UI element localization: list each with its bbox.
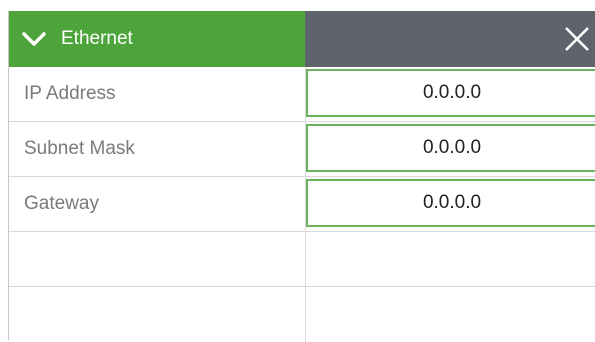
- subnet-mask-row: Subnet Mask 0.0.0.0: [9, 122, 595, 177]
- chevron-down-icon: [21, 29, 47, 49]
- ip-address-field[interactable]: 0.0.0.0: [306, 69, 595, 117]
- close-icon[interactable]: [562, 24, 592, 54]
- column-divider: [305, 287, 306, 342]
- gateway-field[interactable]: 0.0.0.0: [306, 179, 595, 227]
- empty-row: [9, 287, 595, 342]
- ip-address-row: IP Address 0.0.0.0: [9, 67, 595, 122]
- empty-row: [9, 232, 595, 287]
- gateway-label: Gateway: [24, 193, 99, 214]
- ethernet-panel: Ethernet IP Address 0.0.0.0 Subnet Mask …: [8, 11, 595, 342]
- ethernet-section-toggle[interactable]: Ethernet: [9, 11, 305, 67]
- header-bar: [305, 11, 595, 67]
- ip-address-label: IP Address: [24, 83, 116, 104]
- column-divider: [305, 232, 306, 287]
- gateway-row: Gateway 0.0.0.0: [9, 177, 595, 232]
- subnet-mask-label: Subnet Mask: [24, 138, 135, 159]
- panel-header: Ethernet: [9, 11, 595, 67]
- subnet-mask-field[interactable]: 0.0.0.0: [306, 124, 595, 172]
- section-title: Ethernet: [61, 28, 133, 49]
